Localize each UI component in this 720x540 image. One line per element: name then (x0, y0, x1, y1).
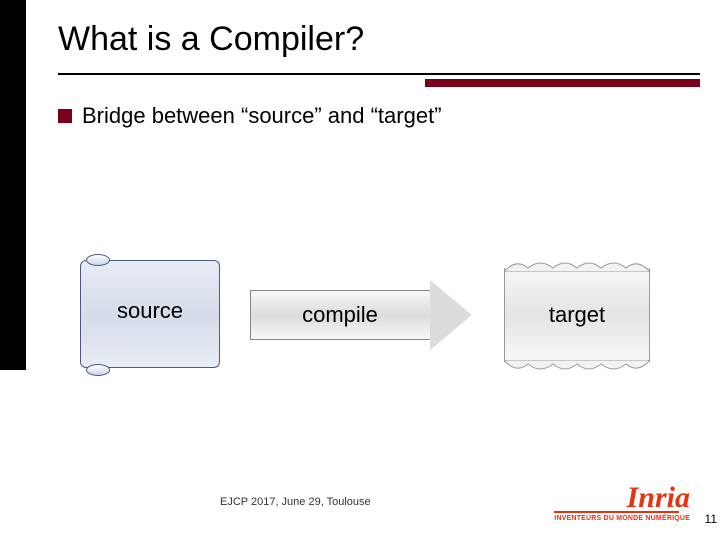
target-label: target (504, 302, 650, 328)
scallop-top-icon (504, 258, 650, 272)
arrow-head-icon (430, 280, 472, 350)
rule-thin (58, 73, 700, 75)
scroll-curl-icon (86, 364, 110, 376)
rule-thick (425, 79, 700, 87)
page-number: 11 (705, 512, 717, 526)
target-box: target (504, 258, 650, 374)
inria-tagline: INVENTEURS DU MONDE NUMÉRIQUE (554, 515, 690, 522)
left-accent-bar (0, 0, 26, 370)
compiler-diagram: source compile target (80, 250, 660, 390)
bullet-row: Bridge between “source” and “target” (58, 103, 700, 129)
bullet-text: Bridge between “source” and “target” (82, 103, 442, 129)
source-scroll: source (80, 250, 220, 380)
compile-label: compile (250, 302, 430, 328)
scroll-curl-icon (86, 254, 110, 266)
bullet-square-icon (58, 109, 72, 123)
compile-arrow: compile (250, 280, 480, 350)
source-label: source (80, 298, 220, 324)
inria-logo-text: Inria (627, 483, 690, 513)
slide-content: What is a Compiler? Bridge between “sour… (58, 20, 700, 129)
slide-title: What is a Compiler? (58, 20, 700, 59)
title-rules (58, 73, 700, 89)
inria-logo: Inria INVENTEURS DU MONDE NUMÉRIQUE (554, 483, 690, 522)
scallop-bottom-icon (504, 360, 650, 374)
footer-text: EJCP 2017, June 29, Toulouse (220, 496, 371, 508)
